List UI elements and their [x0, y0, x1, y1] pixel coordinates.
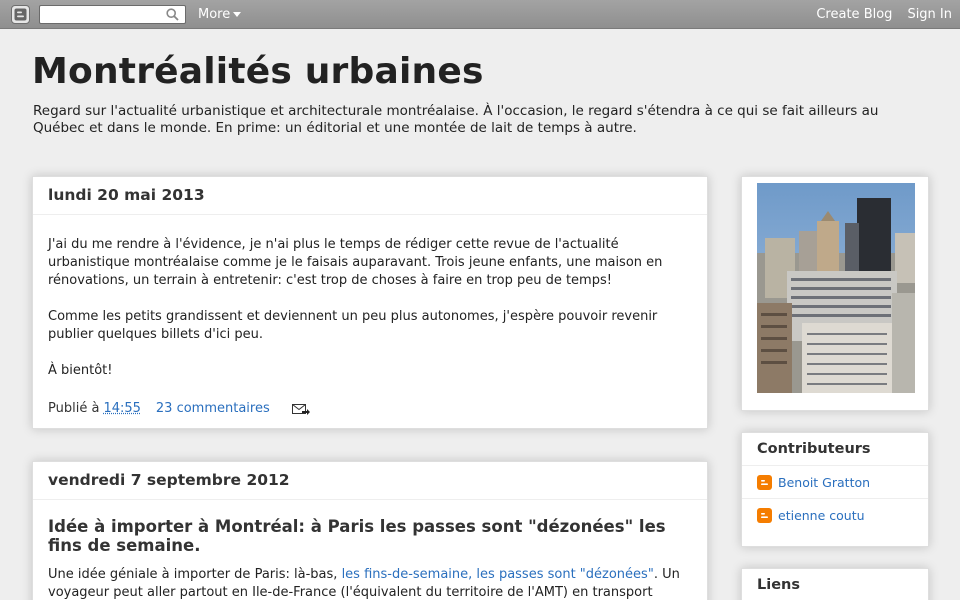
more-menu-button[interactable]: More [198, 7, 242, 22]
post-footer: Publié à 14:55 23 commentaires [33, 380, 707, 416]
post-paragraph: Comme les petits grandissent et devienne… [48, 309, 658, 342]
email-post-icon[interactable] [291, 402, 310, 415]
create-blog-link[interactable]: Create Blog [816, 7, 892, 22]
contributor-name[interactable]: etienne coutu [778, 508, 865, 523]
sign-in-link[interactable]: Sign In [907, 7, 952, 22]
contributor-name[interactable]: Benoit Gratton [778, 475, 870, 490]
published-label: Publié à [48, 401, 100, 416]
contributors-title: Contributeurs [742, 433, 928, 466]
links-widget: Liens [741, 568, 929, 600]
blog-description: Regard sur l'actualité urbanistique et a… [33, 103, 879, 136]
search-input[interactable] [39, 5, 186, 24]
chevron-down-icon [233, 12, 242, 17]
blogger-profile-icon [757, 508, 772, 523]
more-label: More [198, 7, 231, 22]
post-paragraph: À bientôt! [48, 363, 113, 378]
header-photo [757, 183, 915, 393]
blogger-navbar: More Create Blog Sign In [0, 0, 960, 29]
sidebar-image-widget [741, 176, 929, 411]
post-paragraph: J'ai du me rendre à l'évidence, je n'ai … [48, 237, 663, 288]
post-body: Une idée géniale à importer de Paris: là… [33, 555, 707, 600]
links-title: Liens [757, 577, 800, 593]
blogger-profile-icon [757, 474, 772, 490]
post-body: J'ai du me rendre à l'évidence, je n'ai … [33, 215, 707, 380]
post-card: lundi 20 mai 2013 J'ai du me rendre à l'… [32, 176, 708, 429]
search-icon[interactable] [165, 7, 180, 22]
post-date: lundi 20 mai 2013 [33, 177, 707, 215]
blog-title[interactable]: Montréalités urbaines [32, 51, 484, 92]
comments-link[interactable]: 23 commentaires [156, 401, 270, 416]
contributor-item[interactable]: etienne coutu [742, 499, 928, 532]
post-title[interactable]: Idée à importer à Montréal: à Paris les … [48, 517, 692, 555]
blogger-logo-icon[interactable] [11, 5, 30, 24]
contributor-item[interactable]: Benoit Gratton [742, 466, 928, 499]
post-date: vendredi 7 septembre 2012 [33, 462, 707, 500]
post-card: vendredi 7 septembre 2012 Idée à importe… [32, 461, 708, 600]
post-text: Une idée géniale à importer de Paris: là… [48, 567, 342, 582]
post-inline-link[interactable]: les fins-de-semaine, les passes sont "dé… [342, 567, 654, 582]
post-time-link[interactable]: 14:55 [103, 401, 140, 416]
contributors-widget: Contributeurs Benoit Gratton etienne cou… [741, 432, 929, 547]
